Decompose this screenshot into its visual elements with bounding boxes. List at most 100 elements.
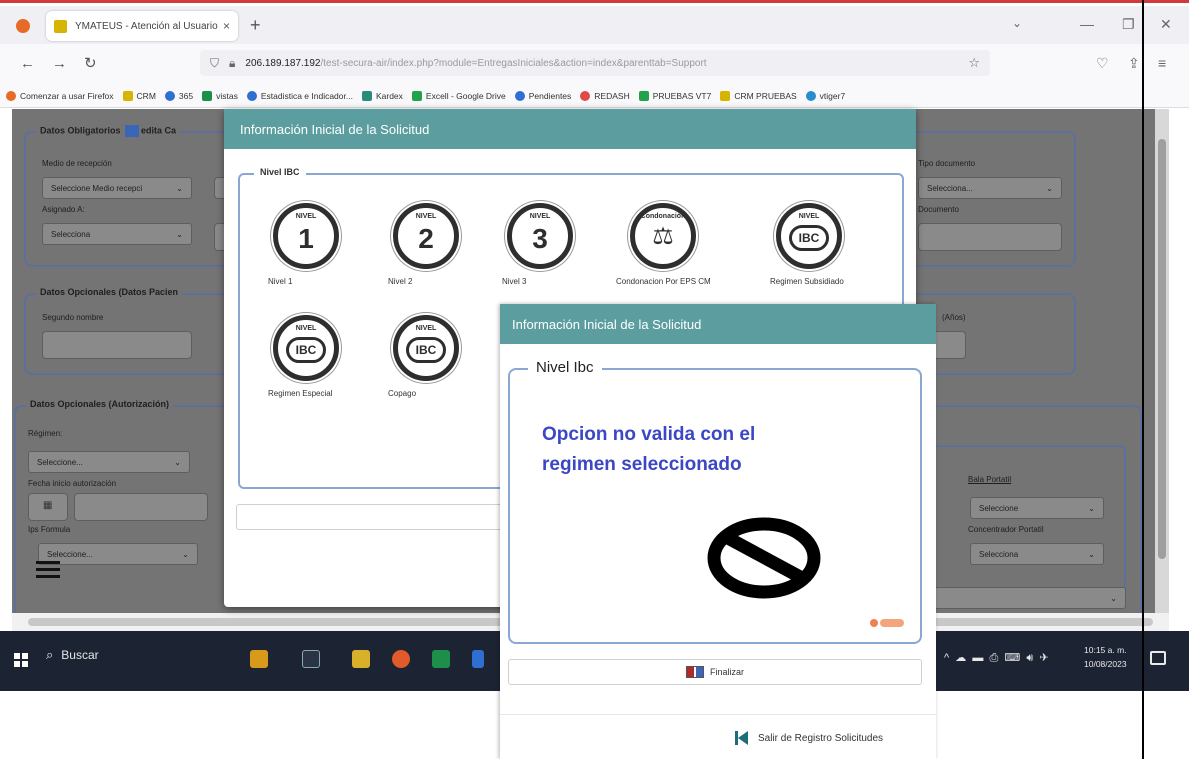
exit-arrow-icon (738, 731, 748, 745)
minimize-icon[interactable]: — (1080, 16, 1094, 32)
medio-recepcion-label: Medio de recepción (42, 159, 112, 168)
tab-strip: YMATEUS - Atención al Usuario × + ⌄ — ❐ … (0, 6, 1189, 44)
task-view-icon[interactable] (302, 650, 320, 668)
browser-tab[interactable]: YMATEUS - Atención al Usuario × (46, 11, 238, 41)
medio-recepcion-select[interactable]: Seleccione Medio recepci ⌄ (42, 177, 192, 199)
chevron-down-icon: ⌄ (174, 457, 181, 467)
regimen-subsidiado-option[interactable]: NIVEL IBC Regimen Subsidiado (770, 203, 886, 286)
tipo-documento-label: Tipo documento (918, 159, 976, 168)
chevron-down-icon: ⌄ (1088, 503, 1095, 513)
notifications-icon[interactable] (1150, 651, 1166, 665)
close-window-icon[interactable]: ✕ (1160, 16, 1172, 32)
extra-select[interactable]: ⌄ (930, 587, 1126, 609)
bookmark-item[interactable]: REDASH (580, 90, 630, 101)
extensions-icon[interactable]: ⇪ (1128, 56, 1140, 70)
edit-icon[interactable] (125, 125, 140, 137)
modal1-action-bar[interactable] (236, 504, 511, 530)
bookmarks-bar: Comenzar a usar Firefox CRM 365 vistas E… (0, 84, 1189, 108)
nivel-3-option[interactable]: NIVEL 3 Nivel 3 (502, 203, 618, 286)
ips-formula-select[interactable]: Seleccione... ⌄ (38, 543, 198, 565)
bookmark-star-icon[interactable]: ☆ (968, 55, 980, 71)
shield-icon[interactable]: ⛉ (210, 56, 219, 71)
tab-close-icon[interactable]: × (223, 19, 230, 33)
file-explorer-icon[interactable] (352, 650, 370, 668)
menu-icon[interactable]: ≡ (1158, 56, 1166, 70)
reload-icon[interactable]: ↻ (84, 56, 97, 71)
bookmark-item[interactable]: Estadistica e Indicador... (246, 90, 353, 101)
tipo-documento-select[interactable]: Selecciona... ⌄ (918, 177, 1062, 199)
bookmark-item[interactable]: Comenzar a usar Firefox (6, 90, 114, 101)
tab-favicon-icon (54, 19, 67, 33)
taskbar-briefcase-icon[interactable] (250, 650, 268, 668)
finalizar-button[interactable]: Finalizar (508, 659, 922, 685)
calendar-icon: ▦ (43, 500, 53, 511)
bookmark-item[interactable]: Kardex (361, 90, 403, 101)
taskbar-clock[interactable]: 10:15 a. m. 10/08/2023 (1084, 643, 1127, 671)
chrome-icon[interactable] (392, 650, 410, 668)
search-icon: ⌕ (46, 647, 54, 662)
navigation-bar: ← → ↻ ⛉ 🔒︎ 206.189.187.192 /test-secura-… (0, 44, 1189, 84)
nivel-1-option[interactable]: NIVEL 1 Nivel 1 (268, 203, 384, 286)
asignado-select[interactable]: Selecciona ⌄ (42, 223, 192, 245)
modal-title: Información Inicial de la Solicitud (224, 109, 916, 149)
url-host: 206.189.187.192 (245, 57, 321, 69)
system-tray[interactable]: ^ ☁ ▬ ⎙ ⌨ 🔊︎ ✈ (944, 651, 1049, 665)
fecha-inicio-label: Fecha inicio autorización (28, 479, 117, 488)
bookmark-item[interactable]: CRM (122, 90, 156, 101)
hamburger-menu-icon[interactable] (36, 561, 60, 579)
new-tab-button[interactable]: + (250, 16, 261, 34)
regimen-especial-option[interactable]: NIVEL IBC Regimen Especial (268, 315, 384, 398)
taskbar-search[interactable]: ⌕ Buscar (46, 647, 99, 663)
regimen-select[interactable]: Seleccione... ⌄ (28, 451, 190, 473)
tab-title: YMATEUS - Atención al Usuario (75, 20, 218, 32)
asignado-label: Asignado A: (42, 205, 85, 214)
datos-opcionales-autorizacion-legend: Datos Opcionales (Autorización) (26, 399, 174, 409)
segundo-nombre-label: Segundo nombre (42, 313, 104, 322)
lock-icon[interactable]: 🔒︎ (229, 56, 235, 71)
bookmark-item[interactable]: 365 (164, 90, 193, 101)
nivel-ibc-legend: Nivel IBC (254, 167, 306, 177)
condonacion-option[interactable]: Condonación ⚖ Condonacion Por EPS CM (616, 203, 732, 286)
calendar-button[interactable]: ▦ (28, 493, 68, 521)
url-path: /test-secura-air/index.php?module=Entreg… (320, 57, 707, 69)
bookmark-item[interactable]: Pendientes (514, 90, 571, 101)
documento-label: Documento (918, 205, 959, 214)
anios-label: (Años) (942, 313, 966, 322)
windows-start-icon[interactable] (14, 653, 28, 667)
orange-badge-icon (870, 618, 906, 628)
fecha-inicio-input[interactable] (74, 493, 208, 521)
datos-opcionales-paciente-legend: Datos Opcionales (Datos Pacien (36, 287, 183, 297)
copago-option[interactable]: NIVEL IBC Copago (388, 315, 504, 398)
outlook-icon[interactable] (472, 650, 484, 668)
datos-obligatorios-legend: Datos Obligatorios edita Ca (36, 125, 181, 137)
divider (500, 714, 936, 715)
nivel-ibc-legend: Nivel Ibc (528, 359, 602, 376)
address-bar[interactable]: ⛉ 🔒︎ 206.189.187.192 /test-secura-air/in… (200, 50, 990, 76)
bookmark-item[interactable]: vtiger7 (805, 90, 845, 101)
concentrador-portatil-select[interactable]: Selecciona ⌄ (970, 543, 1104, 565)
vertical-scrollbar[interactable] (1155, 109, 1169, 613)
pocket-icon[interactable]: ♡ (1096, 56, 1109, 70)
maximize-icon[interactable]: ❐ (1122, 16, 1135, 32)
firefox-icon[interactable] (16, 19, 30, 33)
segundo-nombre-input[interactable] (42, 331, 192, 359)
excel-icon[interactable] (432, 650, 450, 668)
forbidden-icon (707, 517, 821, 599)
forward-icon[interactable]: → (52, 56, 67, 71)
bookmark-item[interactable]: vistas (202, 90, 238, 101)
chevron-down-icon: ⌄ (182, 549, 189, 559)
back-icon[interactable]: ← (20, 56, 35, 71)
error-modal: Información Inicial de la Solicitud Nive… (500, 304, 936, 759)
nivel-2-option[interactable]: NIVEL 2 Nivel 2 (388, 203, 504, 286)
documento-input[interactable] (918, 223, 1062, 251)
bala-portatil-select[interactable]: Seleccione ⌄ (970, 497, 1104, 519)
bookmark-item[interactable]: Excell - Google Drive (411, 90, 506, 101)
nivel-2-badge-icon: NIVEL 2 (393, 203, 459, 269)
bookmark-item[interactable]: CRM PRUEBAS (720, 90, 797, 101)
tab-list-chevron-icon[interactable]: ⌄ (1012, 16, 1022, 30)
condonacion-badge-icon: Condonación ⚖ (630, 203, 696, 269)
nivel-3-badge-icon: NIVEL 3 (507, 203, 573, 269)
ibc-badge-icon: NIVEL IBC (393, 315, 459, 381)
bookmark-item[interactable]: PRUEBAS VT7 (638, 90, 711, 101)
salir-link[interactable]: Salir de Registro Solicitudes (735, 731, 883, 745)
